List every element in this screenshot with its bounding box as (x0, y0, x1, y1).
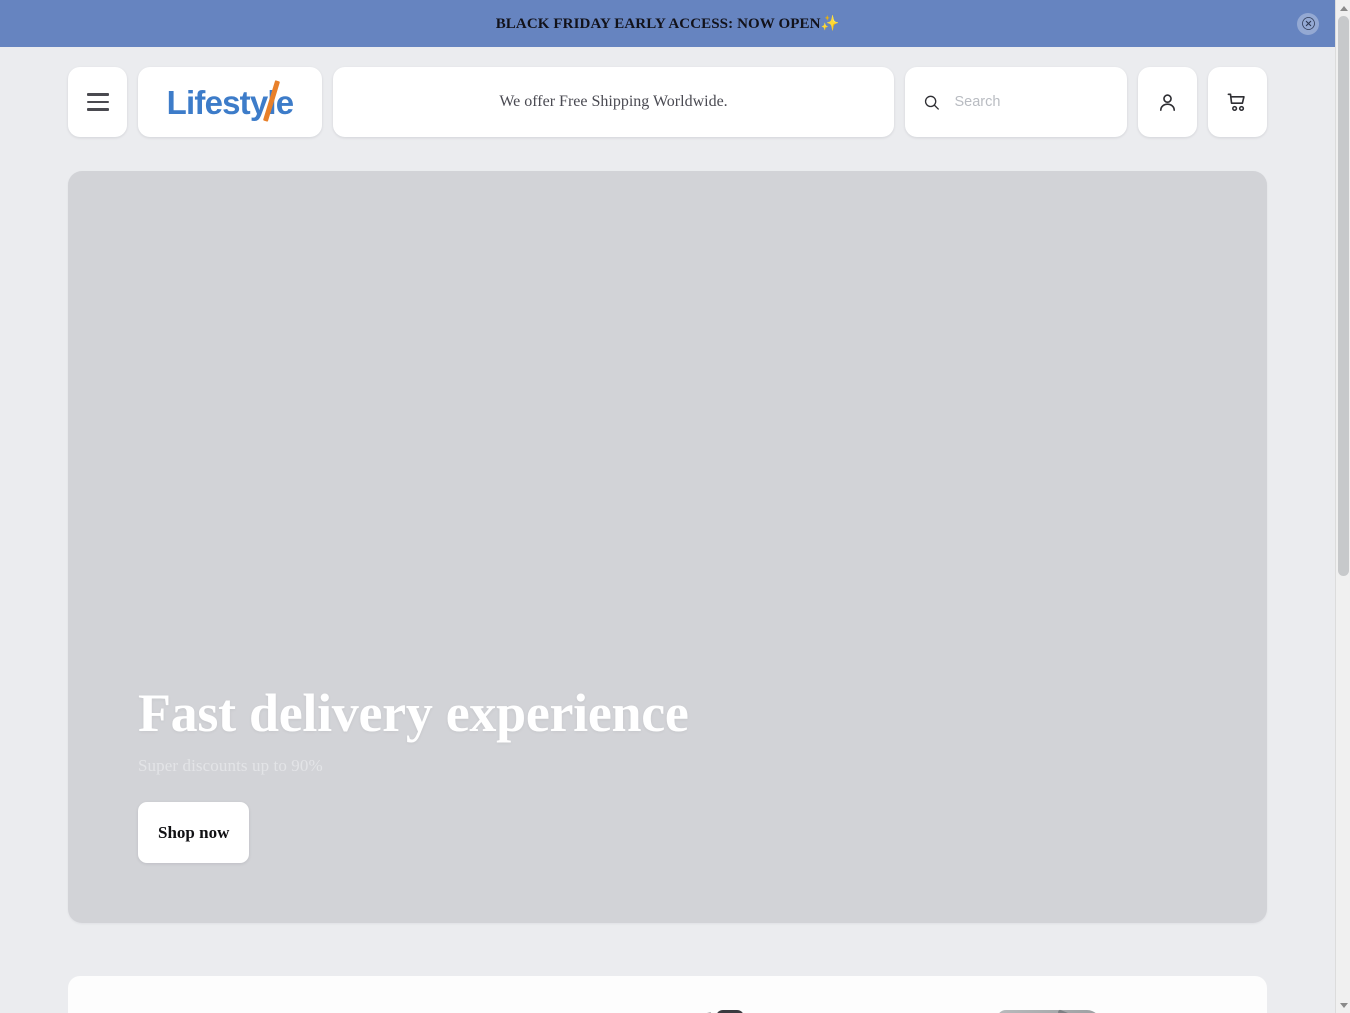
product-card[interactable] (68, 976, 468, 1013)
hero-section: Fast delivery experience Super discounts… (0, 137, 1335, 923)
search-input[interactable] (954, 94, 1109, 110)
hero-banner[interactable]: Fast delivery experience Super discounts… (68, 171, 1267, 923)
hero-content: Fast delivery experience Super discounts… (138, 685, 689, 863)
shop-now-button[interactable]: Shop now (138, 802, 250, 863)
shipping-message-bar: We offer Free Shipping Worldwide. (333, 67, 894, 137)
close-icon (1301, 17, 1315, 30)
user-account-icon (1159, 93, 1176, 111)
menu-button[interactable] (68, 67, 127, 137)
blue-product-image (574, 1002, 762, 1013)
shipping-message-text: We offer Free Shipping Worldwide. (499, 93, 728, 110)
scrollbar-thumb[interactable] (1338, 16, 1349, 576)
announcement-text: BLACK FRIDAY EARLY ACCESS: NOW OPEN✨ (495, 16, 840, 32)
hero-subtitle: Super discounts up to 90% (138, 756, 323, 775)
account-button[interactable] (1138, 67, 1197, 137)
search-bar[interactable] (905, 67, 1127, 137)
announcement-bar: BLACK FRIDAY EARLY ACCESS: NOW OPEN✨ (0, 0, 1335, 47)
scroll-down-arrow-icon[interactable] (1336, 997, 1350, 1013)
cart-button[interactable] (1208, 67, 1267, 137)
product-card[interactable] (468, 976, 868, 1013)
product-carousel (68, 976, 1267, 1013)
page-scrollbar[interactable] (1335, 0, 1350, 1013)
page-viewport: BLACK FRIDAY EARLY ACCESS: NOW OPEN✨ Lif… (0, 0, 1335, 1013)
gray-product-image (973, 1002, 1161, 1013)
announcement-close-button[interactable] (1297, 12, 1319, 35)
shopping-cart-icon (1227, 93, 1245, 111)
search-icon (924, 95, 939, 110)
site-header: Lifestyle We offer Free Shipping Worldwi… (0, 47, 1335, 137)
product-card[interactable] (867, 976, 1267, 1013)
logo-link[interactable]: Lifestyle (138, 67, 322, 137)
scroll-up-arrow-icon[interactable] (1336, 0, 1350, 16)
hamburger-menu-icon (86, 93, 109, 111)
red-product-image (174, 1002, 362, 1013)
product-strip-section (0, 923, 1335, 1013)
hero-title: Fast delivery experience (138, 683, 689, 744)
logo-wordmark: Lifestyle (165, 79, 296, 122)
